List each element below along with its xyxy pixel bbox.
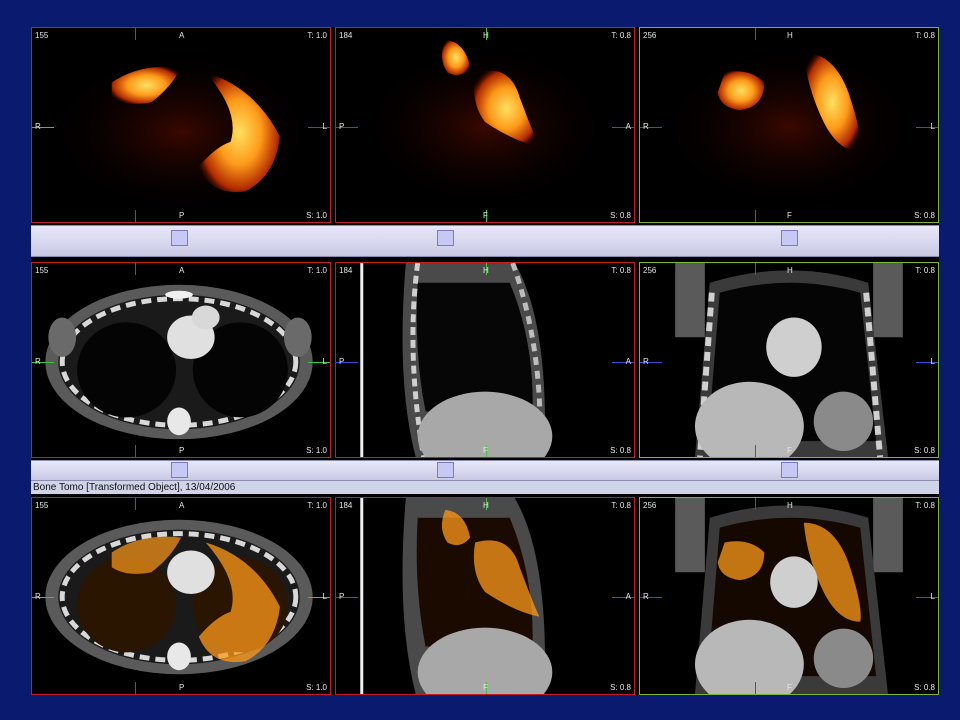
ct-slice-slider[interactable]: [31, 460, 939, 481]
orientation-right: L: [930, 122, 935, 131]
fused-coronal-view[interactable]: 256 H T: 0.8 R L F S: 0.8: [639, 497, 939, 695]
slice-number: 155: [35, 501, 49, 510]
fused-coronal-image: [675, 498, 903, 694]
orientation-right: A: [625, 592, 631, 601]
orientation-right: L: [322, 357, 327, 366]
orientation-right: L: [930, 357, 935, 366]
threshold-level: T: 1.0: [307, 501, 327, 510]
spect-axial-image: [42, 47, 320, 217]
orientation-top: H: [787, 266, 793, 275]
orientation-top: H: [787, 501, 793, 510]
series-title: Bone Tomo [Transformed Object], 13/04/20…: [31, 481, 939, 494]
threshold-level: T: 0.8: [915, 501, 935, 510]
orientation-left: R: [35, 357, 41, 366]
orientation-top: H: [483, 266, 489, 275]
spect-coronal-image: [655, 42, 923, 212]
slice-number: 184: [339, 266, 353, 275]
axial-slider-thumb[interactable]: [171, 462, 188, 478]
orientation-left: P: [339, 357, 345, 366]
spect-sagittal-image: [356, 39, 614, 212]
orientation-right: L: [322, 122, 327, 131]
orientation-bottom: P: [179, 446, 185, 455]
orientation-left: R: [643, 122, 649, 131]
threshold-level: T: 0.8: [915, 31, 935, 40]
orientation-bottom: P: [179, 211, 185, 220]
orientation-bottom: F: [483, 211, 488, 220]
threshold-level: T: 1.0: [307, 31, 327, 40]
spect-coronal-view[interactable]: 256 H T: 0.8 R L F S: 0.8: [639, 27, 939, 223]
fused-row: 155 A T: 1.0 R L P S: 1.0 184 H T: 0.8 P…: [31, 497, 939, 695]
threshold-level: T: 0.8: [915, 266, 935, 275]
orientation-bottom: F: [483, 683, 488, 692]
ct-axial-view[interactable]: 155 A T: 1.0 R L P S: 1.0: [31, 262, 331, 458]
orientation-left: P: [339, 122, 345, 131]
coronal-slider-thumb[interactable]: [781, 230, 798, 246]
sagittal-slider-thumb[interactable]: [437, 230, 454, 246]
scale-level: S: 1.0: [306, 446, 327, 455]
threshold-level: T: 0.8: [611, 31, 631, 40]
scale-level: S: 0.8: [914, 211, 935, 220]
ct-row: 155 A T: 1.0 R L P S: 1.0 184 H T: 0.8 P…: [31, 262, 939, 458]
orientation-top: H: [787, 31, 793, 40]
fused-axial-view[interactable]: 155 A T: 1.0 R L P S: 1.0: [31, 497, 331, 695]
orientation-bottom: F: [483, 446, 488, 455]
spect-axial-view[interactable]: 155 A T: 1.0 R L P S: 1.0: [31, 27, 331, 223]
axial-slider-thumb[interactable]: [171, 230, 188, 246]
scale-level: S: 0.8: [914, 446, 935, 455]
spect-row: 155 A T: 1.0 R L P S: 1.0 184 H T: 0.8 P…: [31, 27, 939, 223]
orientation-left: R: [643, 592, 649, 601]
sagittal-slider-thumb[interactable]: [437, 462, 454, 478]
orientation-top: A: [179, 266, 185, 275]
fused-sagittal-view[interactable]: 184 H T: 0.8 P A F S: 0.8: [335, 497, 635, 695]
ct-sagittal-view[interactable]: 184 H T: 0.8 P A F S: 0.8: [335, 262, 635, 458]
slice-number: 256: [643, 266, 657, 275]
orientation-top: A: [179, 31, 185, 40]
scale-level: S: 0.8: [610, 683, 631, 692]
coronal-slider-thumb[interactable]: [781, 462, 798, 478]
viewer-window: 155 A T: 1.0 R L P S: 1.0 184 H T: 0.8 P…: [31, 27, 939, 695]
scale-level: S: 1.0: [306, 683, 327, 692]
ct-sagittal-image: [360, 263, 553, 457]
orientation-right: A: [625, 122, 631, 131]
orientation-bottom: F: [787, 446, 792, 455]
slice-number: 155: [35, 266, 49, 275]
ct-coronal-image: [675, 263, 903, 457]
scale-level: S: 0.8: [610, 446, 631, 455]
slice-number: 184: [339, 31, 353, 40]
fused-axial-image: [45, 519, 313, 675]
slice-number: 256: [643, 31, 657, 40]
scale-level: S: 0.8: [914, 683, 935, 692]
orientation-left: R: [643, 357, 649, 366]
spect-slice-slider[interactable]: [31, 225, 939, 257]
scale-level: S: 0.8: [610, 211, 631, 220]
orientation-left: R: [35, 592, 41, 601]
orientation-top: H: [483, 31, 489, 40]
orientation-left: P: [339, 592, 345, 601]
ct-axial-image: [45, 284, 313, 440]
orientation-left: R: [35, 122, 41, 131]
threshold-level: T: 0.8: [611, 266, 631, 275]
fused-sagittal-image: [360, 498, 553, 694]
threshold-level: T: 1.0: [307, 266, 327, 275]
orientation-right: L: [322, 592, 327, 601]
orientation-right: L: [930, 592, 935, 601]
orientation-bottom: P: [179, 683, 185, 692]
orientation-top: A: [179, 501, 185, 510]
orientation-top: H: [483, 501, 489, 510]
slice-number: 256: [643, 501, 657, 510]
orientation-right: A: [625, 357, 631, 366]
spect-sagittal-view[interactable]: 184 H T: 0.8 P A F S: 0.8: [335, 27, 635, 223]
orientation-bottom: F: [787, 683, 792, 692]
ct-coronal-view[interactable]: 256 H T: 0.8 R L F S: 0.8: [639, 262, 939, 458]
slice-number: 155: [35, 31, 49, 40]
scale-level: S: 1.0: [306, 211, 327, 220]
threshold-level: T: 0.8: [611, 501, 631, 510]
slice-number: 184: [339, 501, 353, 510]
orientation-bottom: F: [787, 211, 792, 220]
